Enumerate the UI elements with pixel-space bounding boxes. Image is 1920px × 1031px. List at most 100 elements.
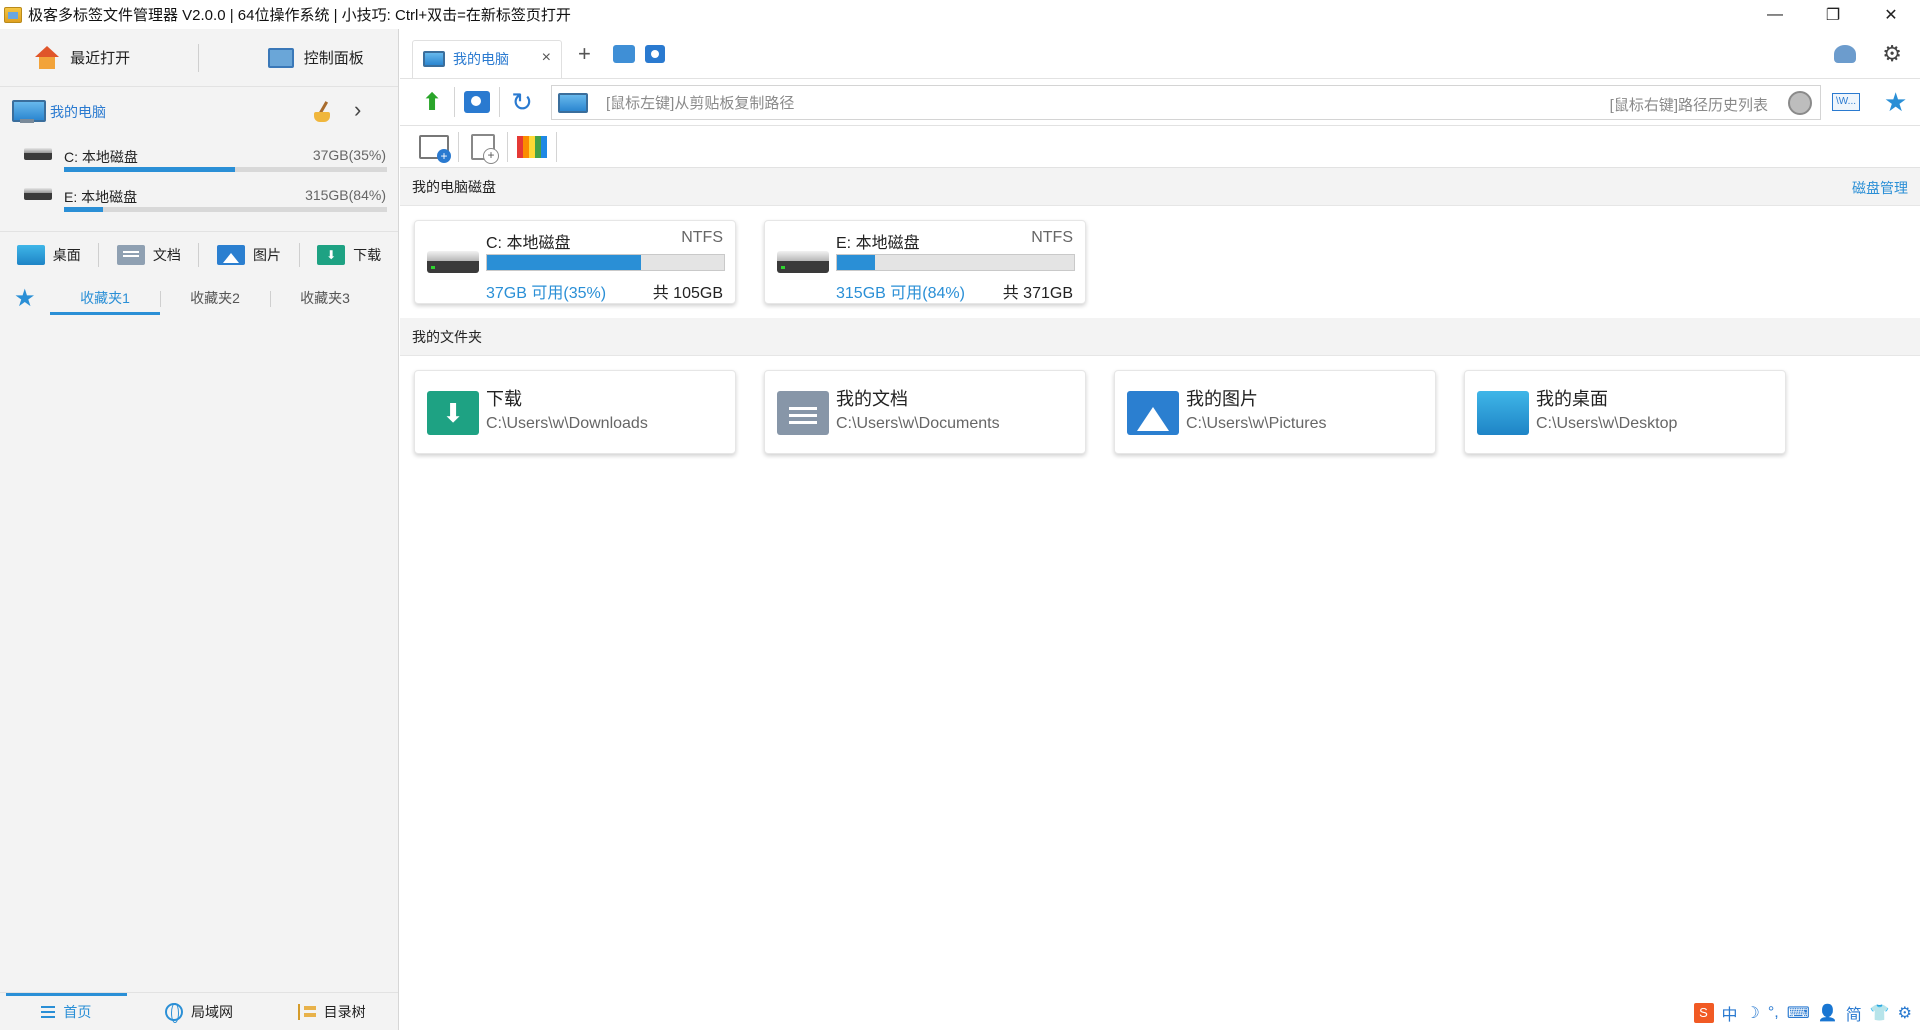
star-icon[interactable]: ★ — [1884, 87, 1907, 118]
ime-item[interactable]: ⌨ — [1787, 1003, 1810, 1023]
drive-card-e[interactable]: E: 本地磁盘 NTFS 315GB 可用(84%) 共 371GB — [764, 220, 1086, 304]
sidebar-drive-e[interactable]: E: 本地磁盘 315GB(84%) — [0, 177, 398, 217]
ime-item[interactable]: °, — [1768, 1004, 1779, 1022]
terminal-icon[interactable]: \W... — [1832, 93, 1860, 111]
control-panel-button[interactable]: 控制面板 — [267, 47, 364, 68]
globe-icon — [165, 1002, 183, 1023]
drives-section-header: 我的电脑磁盘 磁盘管理 — [400, 168, 1920, 206]
broom-icon[interactable] — [312, 101, 334, 125]
tab-favorites-2[interactable]: 收藏夹2 — [160, 283, 270, 315]
new-file-button[interactable] — [461, 128, 505, 166]
ime-item[interactable]: ☽ — [1746, 1003, 1760, 1023]
folder-name: 我的文档 — [836, 389, 908, 409]
recent-button[interactable]: 最近打开 — [34, 45, 131, 70]
pictures-label: 图片 — [253, 246, 282, 263]
my-computer-row[interactable]: 我的电脑 › — [0, 87, 398, 137]
desktop-shortcut[interactable]: 桌面 — [16, 244, 81, 265]
drive-total: 共 105GB — [652, 285, 723, 302]
close-tab-icon[interactable]: × — [542, 49, 551, 67]
drive-total: 共 371GB — [1002, 285, 1073, 302]
desktop-folder-icon — [16, 244, 45, 265]
star-icon[interactable]: ★ — [14, 287, 40, 311]
color-palette-icon — [517, 135, 547, 158]
disk-management-link[interactable]: 磁盘管理 — [1852, 178, 1908, 198]
history-clock-icon[interactable] — [1788, 91, 1812, 115]
drive-name: C: 本地磁盘 — [486, 235, 571, 252]
new-folder-button[interactable] — [412, 128, 456, 166]
tree-icon — [297, 1003, 316, 1020]
computer-icon — [423, 51, 445, 67]
ime-item[interactable]: 👤 — [1818, 1003, 1838, 1023]
folder-card-desktop[interactable]: 我的桌面 C:\Users\w\Desktop — [1464, 370, 1786, 454]
drive-usage-bar — [836, 254, 1075, 271]
drive-filesystem: NTFS — [1031, 229, 1073, 246]
ime-item[interactable]: 中 — [1722, 1001, 1738, 1025]
gear-icon[interactable]: ⚙ — [1882, 41, 1902, 67]
screenshot-button[interactable] — [457, 82, 497, 122]
downloads-shortcut[interactable]: ⬇ 下载 — [317, 244, 381, 265]
pictures-shortcut[interactable]: 图片 — [217, 244, 282, 265]
drive-filesystem: NTFS — [681, 229, 723, 246]
folders-section-header: 我的文件夹 — [400, 318, 1920, 356]
control-panel-icon — [267, 47, 294, 68]
color-tag-button[interactable] — [510, 128, 554, 166]
minimize-button[interactable]: — — [1746, 0, 1804, 29]
my-computer-label: 我的电脑 — [50, 104, 106, 120]
documents-shortcut[interactable]: 文档 — [116, 244, 181, 265]
tab-favorites-3[interactable]: 收藏夹3 — [270, 283, 380, 315]
sidebar-drive-c[interactable]: C: 本地磁盘 37GB(35%) — [0, 137, 398, 177]
drive-free: 37GB 可用(35%) — [486, 285, 607, 302]
drive-usage-fill — [64, 167, 236, 172]
share-icon[interactable] — [612, 44, 635, 63]
tab-home[interactable]: 首页 — [0, 992, 133, 1031]
folder-card-documents[interactable]: 我的文档 C:\Users\w\Documents — [764, 370, 1086, 454]
section-title: 我的电脑磁盘 — [412, 178, 496, 195]
drive-free: 315GB 可用(84%) — [836, 285, 965, 302]
navigation-bar: ⬆ ↻ [鼠标左键]从剪贴板复制路径 [鼠标右键]路径历史列表 \W... ★ — [400, 79, 1920, 126]
recent-label: 最近打开 — [70, 50, 131, 67]
folder-card-pictures[interactable]: 我的图片 C:\Users\w\Pictures — [1114, 370, 1436, 454]
ime-logo-icon[interactable]: S — [1693, 1003, 1714, 1023]
app-icon — [4, 6, 22, 23]
divider — [458, 131, 459, 162]
hard-drive-icon — [777, 251, 829, 273]
up-arrow-icon[interactable]: ⬆ — [412, 82, 452, 122]
refresh-icon[interactable]: ↻ — [502, 82, 542, 122]
desktop-folder-icon — [1477, 391, 1529, 435]
folder-cards: ⬇ 下载 C:\Users\w\Downloads 我的文档 C:\Users\… — [400, 356, 1920, 468]
ime-item[interactable]: 简 — [1846, 1001, 1862, 1025]
section-title: 我的文件夹 — [412, 328, 482, 345]
tab-my-computer[interactable]: 我的电脑 × — [412, 39, 562, 78]
drive-cards: C: 本地磁盘 NTFS 37GB 可用(35%) 共 105GB E: 本地磁… — [400, 206, 1920, 318]
address-placeholder: [鼠标左键]从剪贴板复制路径 — [606, 95, 795, 112]
drive-usage-fill — [487, 255, 642, 270]
folder-path: C:\Users\w\Documents — [836, 415, 1000, 432]
tab-lan-label: 局域网 — [191, 1003, 233, 1020]
drive-usage-bar — [486, 254, 725, 271]
hard-drive-icon — [427, 251, 479, 273]
list-icon — [41, 1005, 56, 1018]
ime-item[interactable]: ⚙ — [1898, 1003, 1912, 1023]
pictures-folder-icon — [1127, 391, 1179, 435]
tab-lan[interactable]: 局域网 — [133, 993, 266, 1031]
divider — [198, 43, 200, 72]
folder-card-downloads[interactable]: ⬇ 下载 C:\Users\w\Downloads — [414, 370, 736, 454]
drive-card-c[interactable]: C: 本地磁盘 NTFS 37GB 可用(35%) 共 105GB — [414, 220, 736, 304]
computer-icon — [12, 100, 46, 124]
tab-favorites-1[interactable]: 收藏夹1 — [50, 283, 160, 315]
drive-usage-bar — [64, 167, 387, 172]
close-window-button[interactable]: ✕ — [1862, 0, 1920, 29]
folder-path: C:\Users\w\Pictures — [1186, 415, 1327, 432]
restore-button[interactable]: ❐ — [1804, 0, 1862, 29]
chevron-right-icon[interactable]: › — [354, 97, 361, 123]
drive-size: 37GB(35%) — [312, 147, 386, 163]
add-tab-button[interactable]: + — [578, 41, 591, 67]
tab-tree[interactable]: 目录树 — [265, 993, 398, 1031]
address-bar[interactable]: [鼠标左键]从剪贴板复制路径 [鼠标右键]路径历史列表 — [551, 85, 1821, 120]
divider — [499, 87, 500, 117]
ime-item[interactable]: 👕 — [1870, 1003, 1890, 1023]
skin-icon[interactable] — [1834, 45, 1856, 63]
folder-name: 我的桌面 — [1536, 389, 1608, 409]
camera-icon[interactable] — [644, 44, 665, 63]
main-area: 我的电脑 × + ⚙ ⬆ ↻ [鼠标左键]从剪贴板复制路径 [鼠标右键]路径历史… — [400, 29, 1920, 1030]
